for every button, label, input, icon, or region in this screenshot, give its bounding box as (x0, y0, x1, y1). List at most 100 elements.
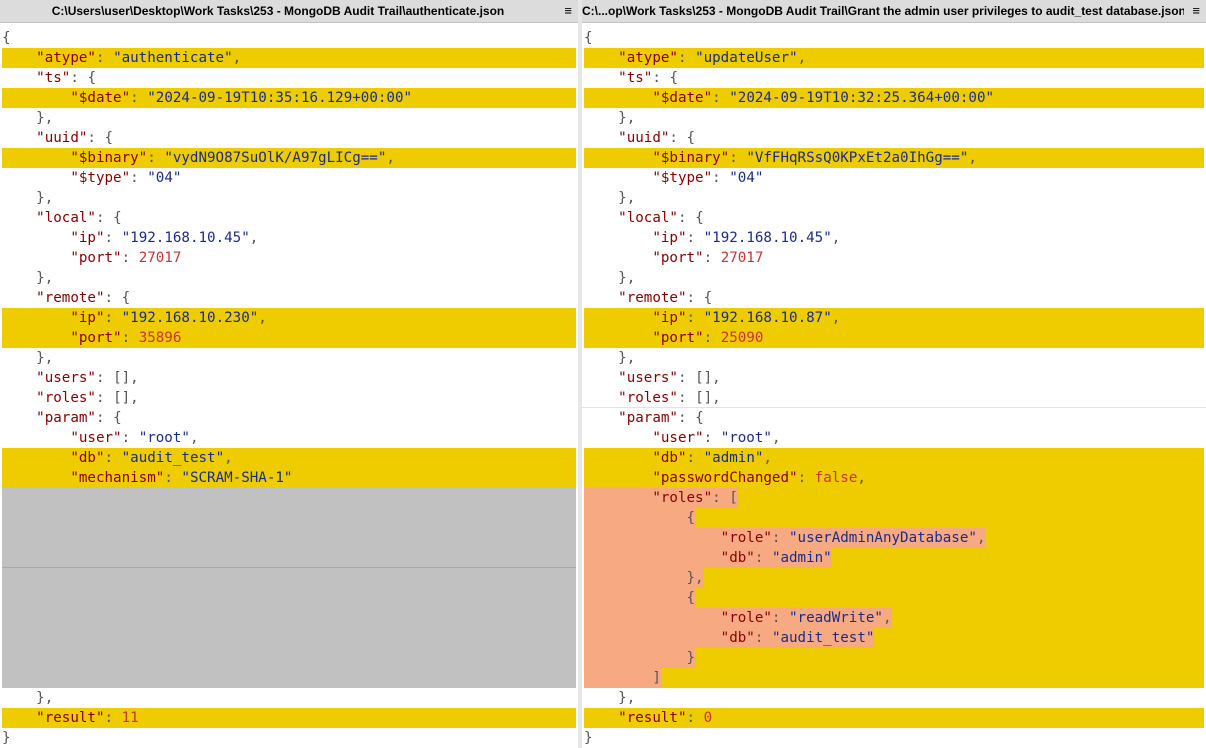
right-code-line[interactable]: "port": 25090 (584, 328, 1204, 348)
right-line-text: "db": "admin" (584, 548, 832, 568)
right-line-text: "db": "admin", (652, 450, 772, 466)
left-code-line[interactable]: "ip": "192.168.10.45", (2, 228, 576, 248)
right-line-text: "$binary": "VfFHqRSsQ0KPxEt2a0IhGg==", (652, 150, 977, 166)
right-code-line[interactable]: "ip": "192.168.10.45", (584, 228, 1204, 248)
right-code-line[interactable]: "role": "userAdminAnyDatabase", (584, 528, 1204, 548)
right-line-text: }, (618, 690, 636, 706)
right-file-path: C:\...op\Work Tasks\253 - MongoDB Audit … (582, 4, 1184, 18)
left-line-text: "ip": "192.168.10.230", (70, 310, 267, 326)
right-code-line[interactable]: "roles": [], (584, 388, 1204, 408)
right-line-text: "uuid": { (618, 130, 696, 146)
right-code-line[interactable]: "param": { (584, 408, 1204, 428)
left-code-line[interactable]: }, (2, 348, 576, 368)
right-code-line[interactable]: "role": "readWrite", (584, 608, 1204, 628)
right-line-text: { (584, 30, 593, 46)
left-code-line[interactable]: "ip": "192.168.10.230", (2, 308, 576, 328)
left-code-line[interactable]: "users": [], (2, 368, 576, 388)
left-code-line[interactable]: }, (2, 688, 576, 708)
left-code-line[interactable]: "$type": "04" (2, 168, 576, 188)
right-code-line[interactable]: } (584, 728, 1204, 748)
left-code-line[interactable]: "port": 27017 (2, 248, 576, 268)
right-line-text: "port": 25090 (652, 330, 764, 346)
left-line-text: "param": { (36, 410, 122, 426)
right-code-line[interactable]: "db": "audit_test" (584, 628, 1204, 648)
left-line-text: }, (36, 270, 54, 286)
right-line-text: "ip": "192.168.10.45", (652, 230, 841, 246)
right-code-line[interactable]: "remote": { (584, 288, 1204, 308)
right-compare-pane[interactable]: C:\...op\Work Tasks\253 - MongoDB Audit … (582, 0, 1206, 748)
right-code-line[interactable]: "ip": "192.168.10.87", (584, 308, 1204, 328)
left-line-text: } (2, 730, 11, 746)
right-code-line[interactable]: "port": 27017 (584, 248, 1204, 268)
left-line-text: "ts": { (36, 70, 96, 86)
left-code-line[interactable]: "local": { (2, 208, 576, 228)
left-code-line[interactable]: "mechanism": "SCRAM-SHA-1" (2, 468, 576, 488)
right-code-line[interactable]: }, (584, 268, 1204, 288)
left-code-line[interactable]: }, (2, 268, 576, 288)
right-code-line[interactable]: }, (584, 688, 1204, 708)
left-compare-pane[interactable]: C:\Users\user\Desktop\Work Tasks\253 - M… (0, 0, 578, 748)
right-line-text: "roles": [], (618, 390, 721, 406)
left-line-text: "port": 27017 (70, 250, 182, 266)
right-line-text: ] (584, 668, 661, 688)
right-line-text: "passwordChanged": false, (652, 470, 866, 486)
left-code-line[interactable]: "result": 11 (2, 708, 576, 728)
left-code-line[interactable]: "$binary": "vydN9O87SuOlK/A97gLICg==", (2, 148, 576, 168)
left-line-text: }, (36, 350, 54, 366)
left-line-text: "db": "audit_test", (70, 450, 233, 466)
left-line-text: }, (36, 190, 54, 206)
right-code-line[interactable]: { (584, 508, 1204, 528)
left-code-line[interactable]: } (2, 728, 576, 748)
right-code-line[interactable]: }, (584, 188, 1204, 208)
left-pane-menu-icon[interactable]: ≡ (564, 3, 572, 18)
left-code-line[interactable]: }, (2, 108, 576, 128)
left-line-text: { (2, 30, 11, 46)
right-code-line[interactable]: "roles": [ (584, 488, 1204, 508)
right-line-text: "role": "readWrite", (584, 608, 892, 628)
left-code-line[interactable]: "uuid": { (2, 128, 576, 148)
right-code-line[interactable]: "ts": { (584, 68, 1204, 88)
right-code-line[interactable]: "$binary": "VfFHqRSsQ0KPxEt2a0IhGg==", (584, 148, 1204, 168)
right-code-line[interactable]: "result": 0 (584, 708, 1204, 728)
right-code-line[interactable]: } (584, 648, 1204, 668)
right-code-line[interactable]: "atype": "updateUser", (584, 48, 1204, 68)
right-code-line[interactable]: "users": [], (584, 368, 1204, 388)
left-code-line[interactable]: "db": "audit_test", (2, 448, 576, 468)
right-code-line[interactable]: { (584, 588, 1204, 608)
right-line-text: "remote": { (618, 290, 713, 306)
right-code-line[interactable]: "local": { (584, 208, 1204, 228)
right-line-text: "$type": "04" (652, 170, 764, 186)
right-code-line[interactable]: "user": "root", (584, 428, 1204, 448)
right-line-text: }, (618, 350, 636, 366)
right-code-line[interactable]: "passwordChanged": false, (584, 468, 1204, 488)
right-code-line[interactable]: { (584, 28, 1204, 48)
right-code-line[interactable]: "$type": "04" (584, 168, 1204, 188)
right-code-line[interactable]: }, (584, 108, 1204, 128)
left-code-line[interactable]: }, (2, 188, 576, 208)
right-code-line[interactable]: "uuid": { (584, 128, 1204, 148)
left-code-line[interactable]: "roles": [], (2, 388, 576, 408)
left-code-line[interactable]: "remote": { (2, 288, 576, 308)
right-line-text: } (584, 730, 593, 746)
left-code-line[interactable]: "atype": "authenticate", (2, 48, 576, 68)
left-line-text: "atype": "authenticate", (36, 50, 242, 66)
left-line-text: "$binary": "vydN9O87SuOlK/A97gLICg==", (70, 150, 395, 166)
right-code-line[interactable]: }, (584, 568, 1204, 588)
left-code-line[interactable]: "ts": { (2, 68, 576, 88)
left-line-text: "users": [], (36, 370, 139, 386)
left-line-text: "local": { (36, 210, 122, 226)
left-code-line[interactable]: "$date": "2024-09-19T10:35:16.129+00:00" (2, 88, 576, 108)
right-code-line[interactable]: "db": "admin", (584, 448, 1204, 468)
left-code-line[interactable]: "user": "root", (2, 428, 576, 448)
right-code-line[interactable]: }, (584, 348, 1204, 368)
left-code-line[interactable]: "port": 35896 (2, 328, 576, 348)
missing-lines-block (2, 488, 576, 688)
right-code-line[interactable]: "db": "admin" (584, 548, 1204, 568)
left-code-line[interactable]: "param": { (2, 408, 576, 428)
left-code-line[interactable]: { (2, 28, 576, 48)
right-line-text: } (584, 648, 696, 668)
right-code-line[interactable]: ] (584, 668, 1204, 688)
right-code-line[interactable]: "$date": "2024-09-19T10:32:25.364+00:00" (584, 88, 1204, 108)
right-line-text: "atype": "updateUser", (618, 50, 807, 66)
right-pane-menu-icon[interactable]: ≡ (1192, 3, 1200, 18)
